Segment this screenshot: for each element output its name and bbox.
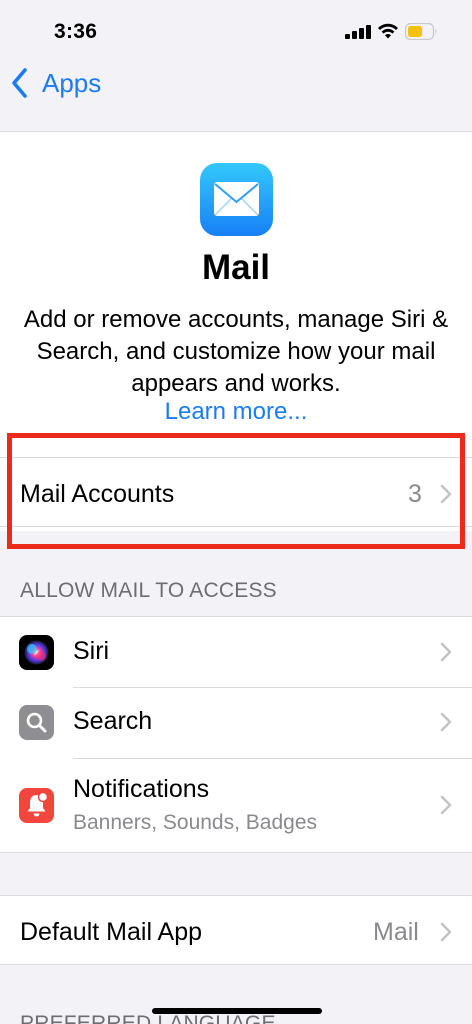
chevron-right-icon (440, 712, 452, 732)
mail-app-icon (200, 163, 273, 236)
default-mail-app-value: Mail (373, 918, 419, 946)
notifications-subtitle: Banners, Sounds, Badges (73, 811, 318, 834)
status-bar: 3:36 (0, 0, 472, 60)
section-header-access: ALLOW MAIL TO ACCESS (20, 579, 277, 602)
cellular-signal-icon (345, 25, 371, 39)
search-icon (19, 705, 54, 740)
list-item-notifications[interactable]: Notifications Banners, Sounds, Badges (0, 759, 472, 853)
chevron-right-icon (440, 642, 452, 662)
list-item-search[interactable]: Search (0, 688, 472, 758)
envelope-icon (214, 182, 259, 216)
chevron-right-icon (440, 922, 452, 942)
list-item-siri[interactable]: Siri (0, 617, 472, 687)
access-list: Siri Search Notifications Banners, Sound… (0, 616, 472, 853)
back-label: Apps (42, 67, 102, 98)
search-label: Search (73, 707, 153, 735)
battery-icon (405, 23, 437, 40)
notifications-label: Notifications (73, 775, 210, 803)
siri-label: Siri (73, 637, 110, 665)
highlight-box (7, 433, 465, 549)
default-mail-app-row[interactable]: Default Mail App Mail (0, 895, 472, 965)
chevron-right-icon (440, 795, 452, 815)
app-description: Add or remove accounts, manage Siri & Se… (23, 306, 449, 397)
chevron-left-icon (12, 68, 27, 98)
back-button[interactable]: Apps (10, 64, 101, 102)
home-indicator[interactable] (152, 1008, 322, 1014)
notifications-icon (19, 788, 54, 823)
page-title: Mail (201, 248, 271, 287)
status-time: 3:36 (54, 20, 98, 43)
learn-more-link[interactable]: Learn more... (0, 398, 472, 426)
default-mail-app-label: Default Mail App (20, 918, 203, 946)
wifi-icon (378, 23, 398, 39)
siri-icon (19, 635, 54, 670)
